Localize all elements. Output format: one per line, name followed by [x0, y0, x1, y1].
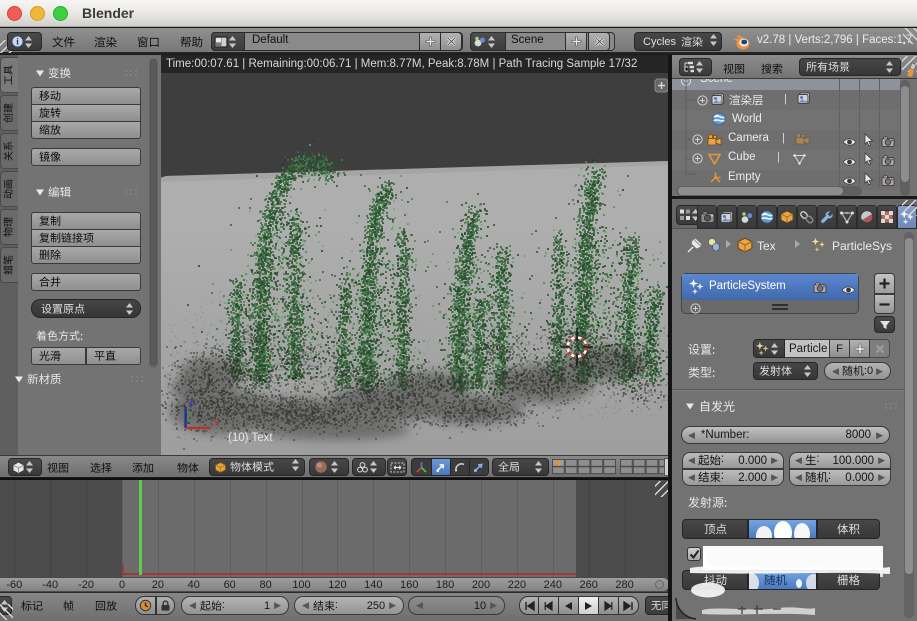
svg-text:z: z	[189, 397, 194, 408]
svg-text:(10) Text: (10) Text	[228, 432, 273, 444]
svg-text:x: x	[214, 417, 220, 428]
